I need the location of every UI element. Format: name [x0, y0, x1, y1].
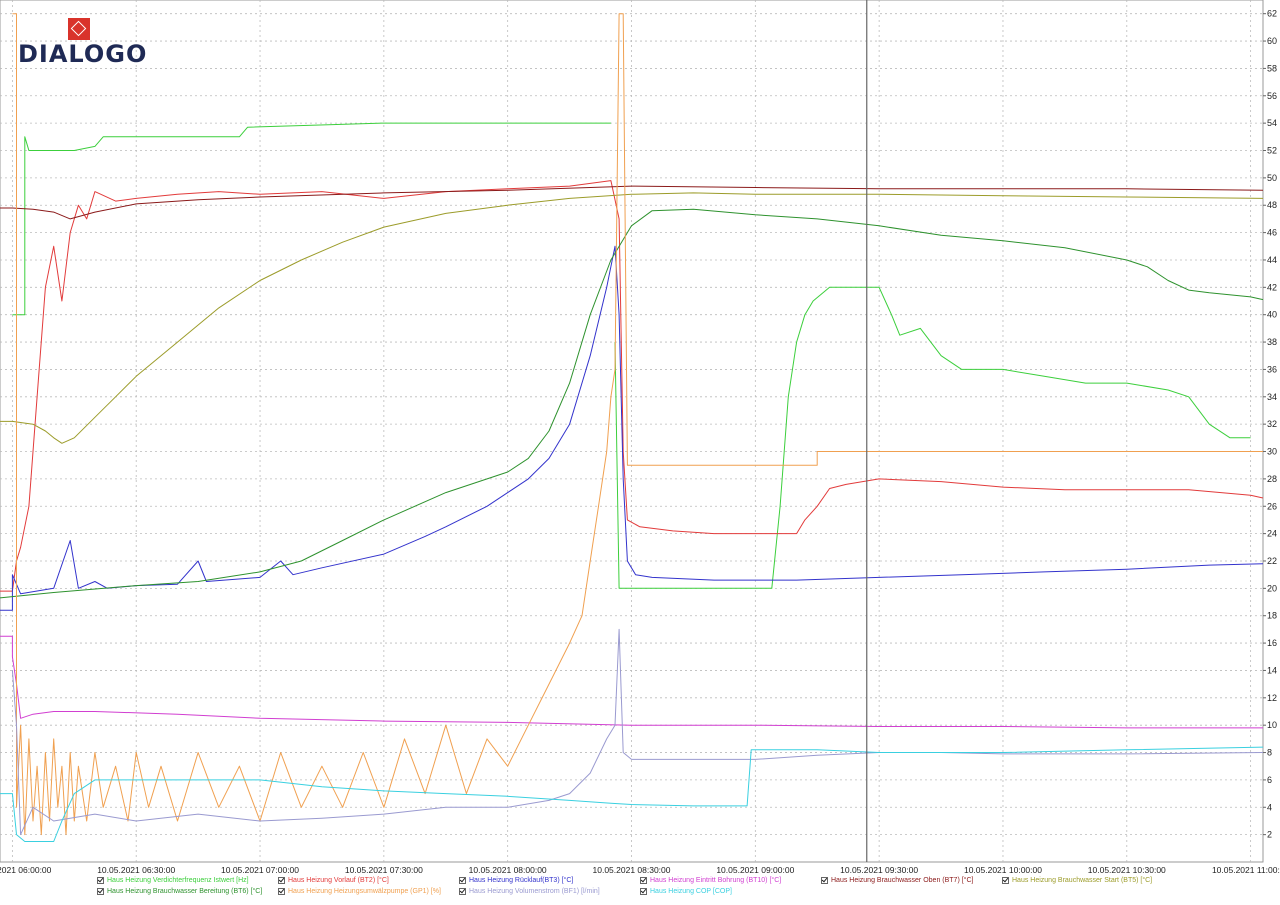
- legend-label: Haus Heizung Vorlauf (BT2) [°C]: [288, 877, 389, 884]
- legend-item[interactable]: Haus Heizung Verdichterfrequenz Istwert …: [97, 877, 249, 884]
- x-tick-label: 10.05.2021 11:00:00: [1212, 865, 1280, 875]
- x-tick-label: 10.05.2021 06:00:00: [0, 865, 52, 875]
- y-tick-label: 48: [1267, 200, 1277, 210]
- x-tick-label: 10.05.2021 07:30:00: [345, 865, 423, 875]
- y-tick-label: 4: [1267, 802, 1272, 812]
- y-tick-label: 30: [1267, 447, 1277, 457]
- legend-label: Haus Heizung Brauchwasser Bereitung (BT6…: [107, 888, 263, 895]
- y-tick-label: 54: [1267, 118, 1277, 128]
- y-tick-label: 32: [1267, 419, 1277, 429]
- legend-item[interactable]: Haus Heizung Vorlauf (BT2) [°C]: [278, 877, 389, 884]
- x-tick-label: 10.05.2021 08:30:00: [593, 865, 671, 875]
- legend-checkbox[interactable]: [459, 877, 466, 884]
- y-tick-label: 12: [1267, 693, 1277, 703]
- y-tick-label: 44: [1267, 255, 1277, 265]
- legend-item[interactable]: Haus Heizung Heizungsumwälzpumpe (GP1) […: [278, 888, 441, 895]
- y-tick-label: 46: [1267, 228, 1277, 238]
- y-tick-label: 18: [1267, 611, 1277, 621]
- diamond-logo-icon: [68, 18, 90, 40]
- legend-checkbox[interactable]: [97, 888, 104, 895]
- legend-checkbox[interactable]: [640, 888, 647, 895]
- legend-item[interactable]: Haus Heizung Volumenstrom (BF1) [l/min]: [459, 888, 600, 895]
- legend-label: Haus Heizung Brauchwasser Start (BT5) [°…: [1012, 877, 1153, 884]
- y-tick-label: 10: [1267, 720, 1277, 730]
- legend-checkbox[interactable]: [459, 888, 466, 895]
- y-tick-label: 36: [1267, 364, 1277, 374]
- y-tick-label: 20: [1267, 583, 1277, 593]
- y-tick-label: 8: [1267, 748, 1272, 758]
- legend-item[interactable]: Haus Heizung Eintritt Bohrung (BT10) [°C…: [640, 877, 781, 884]
- legend-label: Haus Heizung Heizungsumwälzpumpe (GP1) […: [288, 888, 441, 895]
- chart-legend: Haus Heizung Verdichterfrequenz Istwert …: [0, 876, 1280, 905]
- legend-item[interactable]: Haus Heizung Rücklauf(BT3) [°C]: [459, 877, 573, 884]
- legend-checkbox[interactable]: [640, 877, 647, 884]
- y-tick-label: 52: [1267, 146, 1277, 156]
- legend-item[interactable]: Haus Heizung Brauchwasser Oben (BT7) [°C…: [821, 877, 973, 884]
- legend-item[interactable]: Haus Heizung Brauchwasser Bereitung (BT6…: [97, 888, 262, 895]
- x-tick-label: 10.05.2021 07:00:00: [221, 865, 299, 875]
- legend-item[interactable]: Haus Heizung Brauchwasser Start (BT5) [°…: [1002, 877, 1152, 884]
- legend-label: Haus Heizung COP [COP]: [650, 888, 732, 895]
- legend-label: Haus Heizung Verdichterfrequenz Istwert …: [107, 877, 249, 884]
- y-tick-label: 42: [1267, 282, 1277, 292]
- y-tick-label: 38: [1267, 337, 1277, 347]
- y-tick-label: 34: [1267, 392, 1277, 402]
- y-tick-label: 28: [1267, 474, 1277, 484]
- y-tick-label: 50: [1267, 173, 1277, 183]
- x-tick-label: 10.05.2021 09:30:00: [840, 865, 918, 875]
- legend-label: Haus Heizung Volumenstrom (BF1) [l/min]: [469, 888, 600, 895]
- legend-checkbox[interactable]: [278, 888, 285, 895]
- brand-logo: DIALOGO: [18, 18, 146, 70]
- y-tick-label: 14: [1267, 665, 1277, 675]
- line-chart: 2468101214161820222426283032343638404244…: [0, 0, 1280, 875]
- legend-checkbox[interactable]: [278, 877, 285, 884]
- legend-label: Haus Heizung Eintritt Bohrung (BT10) [°C…: [650, 877, 782, 884]
- y-tick-label: 16: [1267, 638, 1277, 648]
- x-tick-label: 10.05.2021 08:00:00: [469, 865, 547, 875]
- x-tick-label: 10.05.2021 10:30:00: [1088, 865, 1166, 875]
- y-tick-label: 62: [1267, 9, 1277, 19]
- legend-checkbox[interactable]: [97, 877, 104, 884]
- y-tick-label: 24: [1267, 529, 1277, 539]
- y-tick-label: 26: [1267, 501, 1277, 511]
- legend-label: Haus Heizung Brauchwasser Oben (BT7) [°C…: [831, 877, 974, 884]
- y-tick-label: 2: [1267, 830, 1272, 840]
- y-tick-label: 40: [1267, 310, 1277, 320]
- y-tick-label: 58: [1267, 63, 1277, 73]
- y-tick-label: 60: [1267, 36, 1277, 46]
- x-tick-label: 10.05.2021 09:00:00: [716, 865, 794, 875]
- x-tick-label: 10.05.2021 06:30:00: [97, 865, 175, 875]
- y-tick-label: 22: [1267, 556, 1277, 566]
- legend-checkbox[interactable]: [1002, 877, 1009, 884]
- legend-item[interactable]: Haus Heizung COP [COP]: [640, 888, 732, 895]
- legend-checkbox[interactable]: [821, 877, 828, 884]
- y-tick-label: 6: [1267, 775, 1272, 785]
- legend-label: Haus Heizung Rücklauf(BT3) [°C]: [469, 877, 574, 884]
- logo-text: DIALOGO: [18, 40, 148, 68]
- y-tick-label: 56: [1267, 91, 1277, 101]
- x-tick-label: 10.05.2021 10:00:00: [964, 865, 1042, 875]
